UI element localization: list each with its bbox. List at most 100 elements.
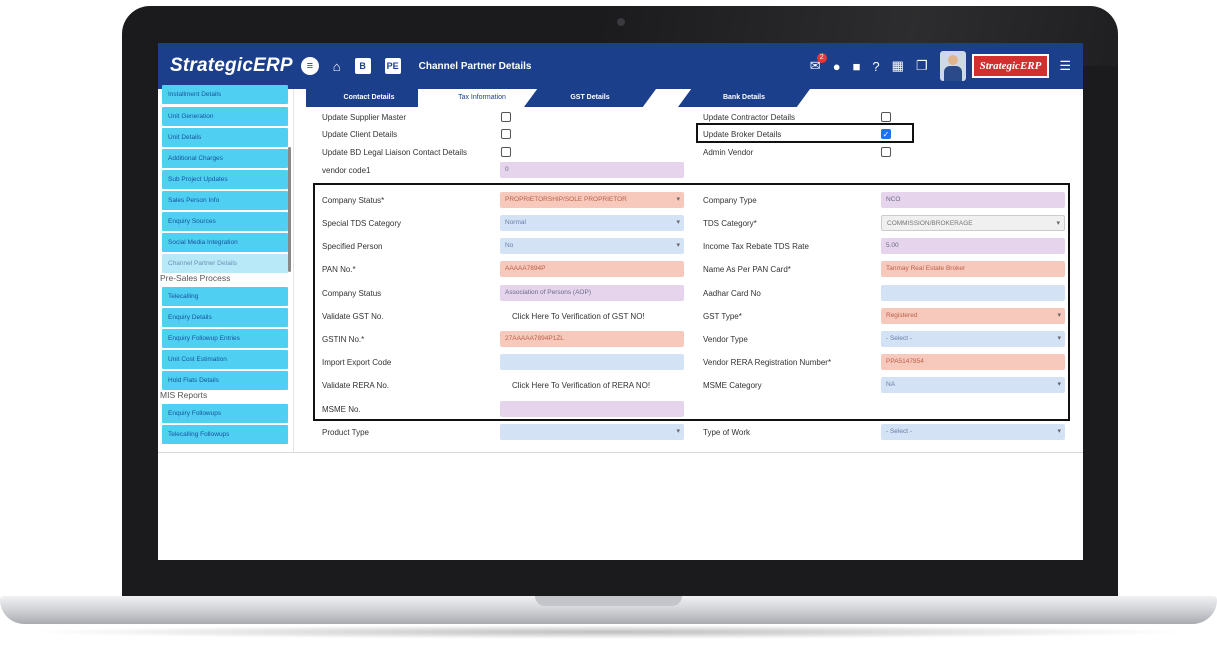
sidebar-item[interactable]: Telecalling: [162, 287, 288, 306]
tds-category-select[interactable]: COMMISSION/BROKERAGE ▾: [881, 215, 1065, 231]
specified-person-select[interactable]: No ▾: [500, 238, 684, 254]
tab-contact-details[interactable]: Contact Details: [306, 89, 432, 107]
highlight-broker-box: [696, 123, 914, 143]
laptop-screen: StrategicERP ≡ ⌂ B PE Channel Partner De…: [158, 43, 1083, 560]
validate-gst-link[interactable]: Click Here To Verification of GST NO!: [512, 312, 645, 321]
calculator-icon[interactable]: ▦: [892, 58, 904, 74]
sidebar-item[interactable]: Enquiry Followups: [162, 404, 288, 423]
update-bd-legal-label: Update BD Legal Liaison Contact Details: [322, 148, 467, 157]
import-export-label: Import Export Code: [322, 358, 392, 367]
update-client-label: Update Client Details: [322, 130, 398, 139]
company-status-select[interactable]: PROPRIETORSHIP/SOLE PROPRIETOR ▾: [500, 192, 684, 208]
company-status-req-label: Company Status*: [322, 196, 385, 205]
grid-menu-icon[interactable]: ☰: [1059, 58, 1071, 74]
type-of-work-label: Type of Work: [703, 428, 750, 437]
sidebar-item[interactable]: Sub Project Updates: [162, 170, 288, 189]
sidebar-item-channel-partner[interactable]: Channel Partner Details: [162, 254, 288, 273]
sidebar: Installment Details Unit Generation Unit…: [158, 85, 294, 452]
validate-rera-label: Validate RERA No.: [322, 381, 389, 390]
chevron-down-icon: ▾: [1057, 428, 1061, 435]
company-status-label: Company Status: [322, 289, 382, 298]
video-icon[interactable]: ■: [853, 59, 861, 74]
sidebar-item[interactable]: Unit Generation: [162, 107, 288, 126]
mail-icon[interactable]: ✉ 2: [810, 53, 827, 74]
income-tax-rebate-label: Income Tax Rebate TDS Rate: [703, 242, 809, 251]
chevron-down-icon: ▾: [1057, 381, 1061, 388]
sidebar-section-presales[interactable]: Pre-Sales Process: [160, 273, 230, 283]
income-tax-rebate-input[interactable]: 5.00: [881, 238, 1065, 254]
webcam-icon: [617, 18, 625, 26]
vendor-rera-input[interactable]: PPA5147854: [881, 354, 1065, 370]
update-supplier-label: Update Supplier Master: [322, 113, 407, 122]
sidebar-item[interactable]: Enquiry Followup Entries: [162, 329, 288, 348]
admin-vendor-checkbox[interactable]: [881, 147, 891, 157]
product-type-label: Product Type: [322, 428, 369, 437]
pe-icon[interactable]: PE: [384, 58, 401, 74]
gst-type-label: GST Type*: [703, 312, 742, 321]
sidebar-item[interactable]: Hold Flats Details: [162, 371, 288, 390]
tab-bank-details[interactable]: Bank Details: [678, 89, 810, 107]
notification-badge: 2: [816, 53, 827, 63]
msme-category-select[interactable]: NA ▾: [881, 377, 1065, 393]
msme-no-label: MSME No.: [322, 405, 361, 414]
laptop-notch: [535, 596, 682, 606]
tds-category-label: TDS Category*: [703, 219, 757, 228]
vendor-type-select[interactable]: - Select - ▾: [881, 331, 1065, 347]
msme-no-input[interactable]: [500, 401, 684, 417]
tab-bar: Contact Details Tax Information GST Deta…: [306, 89, 826, 107]
company-type-input[interactable]: NCO: [881, 192, 1065, 208]
content-divider: [158, 452, 1083, 453]
specified-person-label: Specified Person: [322, 242, 383, 251]
vendor-type-value: - Select -: [886, 335, 913, 342]
special-tds-value: Normal: [505, 219, 526, 226]
sidebar-item[interactable]: Additional Charges: [162, 149, 288, 168]
update-supplier-checkbox[interactable]: [501, 112, 511, 122]
sidebar-section-mis[interactable]: MIS Reports: [160, 390, 207, 400]
microphone-icon[interactable]: ●: [833, 59, 841, 74]
aadhar-card-input[interactable]: [881, 285, 1065, 301]
help-icon[interactable]: ?: [872, 59, 879, 74]
sidebar-item[interactable]: Telecalling Followups: [162, 425, 288, 444]
tax-information-form: Update Supplier Master Update Client Det…: [294, 107, 1083, 452]
header-actions: ✉ 2 ● ■ ? ▦ ❐ StrategicERP ☰: [810, 43, 1083, 89]
validate-gst-label: Validate GST No.: [322, 312, 384, 321]
special-tds-select[interactable]: Normal ▾: [500, 215, 684, 231]
type-of-work-select[interactable]: - Select - ▾: [881, 424, 1065, 440]
chevron-down-icon: ▾: [1057, 335, 1061, 342]
sidebar-item[interactable]: Enquiry Sources: [162, 212, 288, 231]
bookmark-b-icon[interactable]: B: [354, 58, 371, 74]
menu-icon[interactable]: ≡: [300, 57, 319, 75]
import-export-input[interactable]: [500, 354, 684, 370]
update-contractor-checkbox[interactable]: [881, 112, 891, 122]
app-header: StrategicERP ≡ ⌂ B PE Channel Partner De…: [158, 43, 1083, 89]
home-icon[interactable]: ⌂: [333, 59, 341, 74]
company-status-input[interactable]: Association of Persons (AOP): [500, 285, 684, 301]
gstin-no-input[interactable]: 27AAAAA7894P1ZL: [500, 331, 684, 347]
sidebar-item[interactable]: Unit Cost Estimation: [162, 350, 288, 369]
product-type-select[interactable]: ▾: [500, 424, 684, 440]
update-client-checkbox[interactable]: [501, 129, 511, 139]
sidebar-item[interactable]: Enquiry Details: [162, 308, 288, 327]
vendor-code-input[interactable]: 0: [500, 162, 684, 178]
app-logo[interactable]: StrategicERP: [170, 55, 293, 77]
tab-gst-details[interactable]: GST Details: [524, 89, 656, 107]
gst-type-select[interactable]: Registered ▾: [881, 308, 1065, 324]
window-icon[interactable]: ❐: [916, 58, 928, 74]
vendor-rera-label: Vendor RERA Registration Number*: [703, 358, 832, 367]
name-as-pan-input[interactable]: Tanmay Real Estate Broker: [881, 261, 1065, 277]
vendor-type-label: Vendor Type: [703, 335, 748, 344]
company-type-label: Company Type: [703, 196, 757, 205]
avatar[interactable]: [939, 51, 966, 81]
sidebar-item[interactable]: Installment Details: [162, 85, 288, 104]
validate-rera-link[interactable]: Click Here To Verification of RERA NO!: [512, 381, 650, 390]
pan-no-input[interactable]: AAAAA7894P: [500, 261, 684, 277]
chevron-down-icon: ▾: [676, 428, 680, 435]
sidebar-item[interactable]: Sales Person Info: [162, 191, 288, 210]
sidebar-item[interactable]: Unit Details: [162, 128, 288, 147]
sidebar-item[interactable]: Social Media Integration: [162, 233, 288, 252]
chevron-down-icon: ▾: [676, 196, 680, 203]
sidebar-scrollbar[interactable]: [288, 147, 291, 272]
admin-vendor-label: Admin Vendor: [703, 148, 754, 157]
update-bd-legal-checkbox[interactable]: [501, 147, 511, 157]
special-tds-label: Special TDS Category: [322, 219, 401, 228]
